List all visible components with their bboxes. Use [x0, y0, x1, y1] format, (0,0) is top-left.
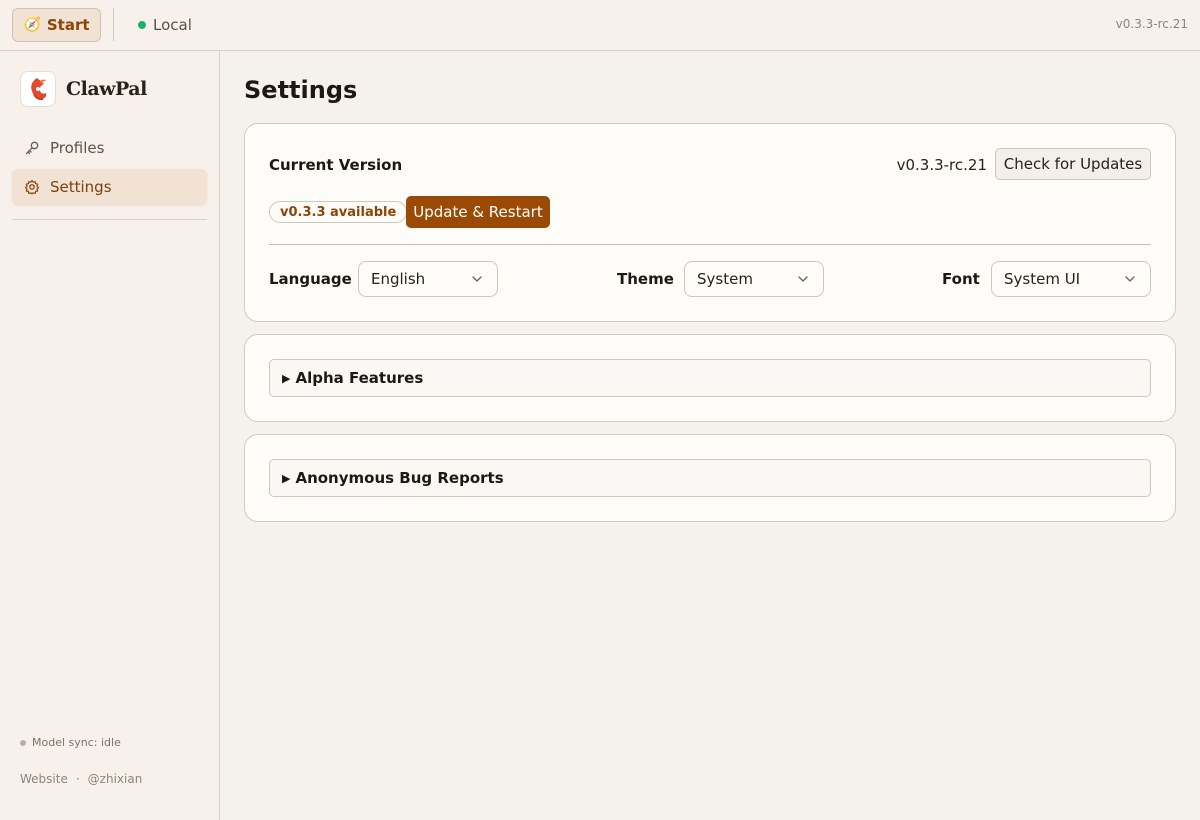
key-icon: [25, 141, 39, 155]
alpha-features-card: ▶ Alpha Features: [244, 334, 1176, 422]
gear-icon: [24, 179, 40, 195]
font-select[interactable]: System UI: [991, 261, 1151, 297]
app-version: v0.3.3-rc.21: [1115, 17, 1188, 31]
top-bar: 🧭 Start Local v0.3.3-rc.21: [0, 0, 1200, 51]
language-select[interactable]: English: [358, 261, 498, 297]
triangle-right-icon: ▶: [282, 471, 291, 485]
sidebar-item-settings[interactable]: Settings: [12, 169, 207, 205]
current-version-label: Current Version: [269, 156, 403, 174]
sidebar: ClawPal Profiles Settings Model sync: id…: [0, 51, 220, 820]
sync-status-dot: [20, 739, 26, 746]
sidebar-item-profiles[interactable]: Profiles: [12, 130, 207, 166]
triangle-right-icon: ▶: [282, 371, 291, 385]
theme-label: Theme: [617, 270, 674, 288]
sidebar-item-label: Settings: [50, 178, 112, 196]
sidebar-footer-links: Website · @zhixian: [20, 772, 142, 786]
connection-label: Local: [153, 16, 192, 34]
update-restart-button[interactable]: Update & Restart: [406, 196, 550, 228]
theme-select[interactable]: System: [684, 261, 824, 297]
model-sync-label: Model sync: idle: [32, 736, 121, 749]
font-value: System UI: [1004, 270, 1081, 288]
chevron-down-icon: [472, 276, 482, 282]
compass-icon: 🧭: [23, 17, 41, 33]
link-separator: ·: [75, 772, 80, 786]
website-link[interactable]: Website: [20, 772, 68, 786]
card-divider: [269, 244, 1151, 245]
connection-local-button[interactable]: Local: [138, 16, 192, 34]
start-button[interactable]: 🧭 Start: [12, 8, 101, 42]
update-available-badge: v0.3.3 available: [269, 201, 408, 223]
brand-name: ClawPal: [66, 78, 147, 100]
chevron-down-icon: [1125, 276, 1135, 282]
connection-status-dot: [138, 21, 146, 29]
font-label: Font: [942, 270, 980, 288]
clawpal-logo-icon: [20, 71, 56, 107]
model-sync-status: Model sync: idle: [20, 736, 121, 749]
language-value: English: [371, 270, 426, 288]
check-for-updates-button[interactable]: Check for Updates: [995, 148, 1151, 180]
current-version-value: v0.3.3-rc.21: [896, 156, 987, 174]
author-link[interactable]: @zhixian: [88, 772, 143, 786]
sidebar-divider: [12, 219, 207, 220]
version-settings-card: Current Version v0.3.3-rc.21 Check for U…: [244, 123, 1176, 322]
alpha-features-label: Alpha Features: [295, 369, 424, 387]
bug-reports-label: Anonymous Bug Reports: [295, 469, 504, 487]
alpha-features-toggle[interactable]: ▶ Alpha Features: [269, 359, 1151, 397]
theme-value: System: [697, 270, 753, 288]
brand: ClawPal: [20, 71, 147, 107]
chevron-down-icon: [798, 276, 808, 282]
language-label: Language: [269, 270, 352, 288]
page-title: Settings: [244, 76, 358, 104]
sidebar-item-label: Profiles: [50, 139, 105, 157]
start-label: Start: [46, 16, 90, 34]
topbar-divider: [113, 8, 114, 41]
bug-reports-card: ▶ Anonymous Bug Reports: [244, 434, 1176, 522]
bug-reports-toggle[interactable]: ▶ Anonymous Bug Reports: [269, 459, 1151, 497]
